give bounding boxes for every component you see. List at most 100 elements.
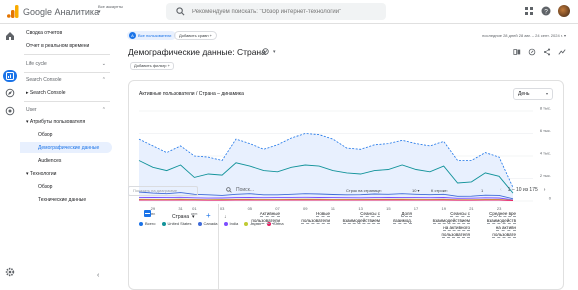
table-search[interactable]: Поиск... — [226, 187, 254, 193]
plot-rows-select[interactable]: Показать на диаграмме — [128, 186, 198, 196]
advertising-icon[interactable] — [5, 106, 15, 116]
nav-item-audiences[interactable]: Audiences — [38, 158, 61, 164]
legend-swatch — [223, 221, 228, 226]
page-range-text: 1 – 10 из 175 — [507, 187, 538, 193]
column-header-line: пользователи — [286, 217, 330, 224]
legend-swatch — [139, 221, 143, 226]
select-all-checkbox[interactable] — [144, 210, 151, 217]
settings-icon[interactable] — [5, 267, 15, 277]
nav-section-user[interactable]: User — [26, 107, 37, 113]
column-header-line: пользователя — [422, 231, 470, 238]
column-header[interactable]: Активные пользователи — [232, 210, 280, 224]
share-icon[interactable] — [543, 48, 551, 56]
rows-per-page-select[interactable]: 10 ▾ — [412, 188, 420, 193]
legend-item[interactable]: Canada — [197, 221, 218, 226]
y-tick-label: 6 тыс. — [540, 128, 551, 133]
segment-letter: A — [129, 32, 136, 39]
nav-item-user-attributes-label: Атрибуты пользователя — [29, 119, 86, 125]
brand-title[interactable]: Google Аналитика — [23, 7, 99, 17]
sort-arrow-icon[interactable]: ↓ — [224, 214, 227, 220]
divider — [24, 72, 110, 73]
column-header[interactable]: Новые пользователи — [286, 210, 330, 224]
goto-row-input[interactable]: 1 — [481, 188, 483, 193]
search-icon — [226, 187, 232, 193]
chevron-up-icon[interactable]: ⌃ — [102, 107, 106, 113]
divider — [24, 54, 110, 55]
column-header-line: взаимодействием — [422, 217, 470, 224]
dimension-selector[interactable]: Страна ▾ — [172, 214, 195, 220]
explore-icon[interactable] — [5, 88, 15, 98]
search-bar[interactable] — [166, 3, 386, 20]
x-tick-label: 31 — [178, 206, 183, 211]
period-select[interactable]: День ▾ — [513, 88, 553, 100]
chevron-down-icon[interactable]: ⌄ — [102, 61, 106, 67]
help-icon[interactable]: ? — [541, 6, 551, 16]
series-line-5 — [138, 199, 514, 201]
legend-item[interactable]: United States — [161, 221, 192, 226]
nav-item-overview[interactable]: Обзор — [38, 132, 52, 138]
add-dimension-button[interactable]: + — [206, 211, 211, 220]
nav-section-search-console[interactable]: Search Console — [26, 77, 62, 83]
home-icon[interactable] — [5, 31, 15, 41]
check-circle-icon[interactable] — [262, 48, 269, 55]
account-picker[interactable]: Все аккаунты ▾ — [98, 4, 138, 15]
compare-icon[interactable] — [513, 48, 521, 56]
add-filter-button[interactable]: Добавить фильтр + — [130, 62, 174, 70]
nav-item-tech[interactable]: ▾ Технологии — [26, 171, 56, 177]
segment-chip[interactable]: A Все пользователи — [127, 31, 177, 40]
column-header[interactable]: Сеансы с взаимодействием — [336, 210, 380, 224]
column-header-line: на активн — [472, 224, 516, 231]
column-header-line: Сеансы с — [422, 210, 470, 217]
column-header-line: пользователи — [232, 217, 280, 224]
legend-item[interactable]: Всего — [139, 221, 156, 226]
nav-item-realtime[interactable]: Отчет в реальном времени — [26, 43, 89, 49]
legend-label: United States — [167, 221, 192, 226]
nav-panel: Сводка отчетов Отчет в реальном времени … — [20, 24, 114, 290]
apps-icon[interactable] — [524, 6, 534, 16]
chart-card: Активные пользователи / Страна – динамик… — [128, 80, 564, 290]
main-content: A Все пользователи Добавить сравн + посл… — [114, 24, 578, 290]
nav-section-life-cycle[interactable]: Life cycle — [26, 61, 47, 67]
divider — [218, 204, 219, 290]
nav-item-user-attributes[interactable]: ▾ Атрибуты пользователя — [26, 119, 85, 125]
x-tick-sublabel: авг. — [150, 212, 155, 216]
y-tick-label: 8 тыс. — [540, 106, 551, 111]
column-header[interactable]: Среднее вре взаимодейств на активн пользова… — [472, 210, 516, 238]
column-header[interactable]: Доля взаимод. — [384, 210, 412, 224]
date-range-picker[interactable]: последние 28 дней 28 авг. – 24 сент. 202… — [482, 33, 566, 38]
line-chart[interactable]: 02 тыс.4 тыс.6 тыс.8 тыс.29авг.31 01сент.… — [129, 105, 563, 221]
chevron-down-icon: ▾ — [192, 214, 195, 220]
column-header-line: взаимод. — [384, 217, 412, 224]
collapse-nav-button[interactable]: ‹ — [97, 272, 99, 279]
search-input[interactable] — [192, 6, 377, 17]
column-header-text: взаимодействием — [342, 218, 380, 224]
top-bar: Google Аналитика Все аккаунты ▾ ? — [0, 0, 578, 24]
y-tick-label: 4 тыс. — [540, 151, 551, 156]
nav-item-demographic-details[interactable]: Демографические данные — [38, 145, 99, 151]
goto-row-label: К строке: — [431, 188, 448, 193]
chevron-down-icon: ▾ — [545, 91, 548, 96]
segment-chip-label: Все пользователи — [138, 33, 172, 38]
column-header-line: Сеансы с — [336, 210, 380, 217]
y-tick-label: 2 тыс. — [540, 173, 551, 178]
chevron-up-icon[interactable]: ⌃ — [102, 77, 106, 83]
customize-report-icon[interactable] — [528, 48, 536, 56]
avatar[interactable] — [558, 5, 570, 17]
nav-item-reports-snapshot[interactable]: Сводка отчетов — [26, 30, 62, 36]
column-header[interactable]: Сеансы с взаимодействием на активного польз… — [422, 210, 470, 238]
column-header-line: Доля — [384, 210, 412, 217]
column-header-text: пользовате — [492, 232, 516, 238]
column-header-line: Среднее вре — [472, 210, 516, 217]
reports-icon[interactable] — [5, 71, 15, 81]
nav-item-tech-overview[interactable]: Обзор — [38, 184, 52, 190]
analytics-logo-icon[interactable] — [7, 5, 19, 18]
nav-item-search-console[interactable]: ▸ Search Console — [26, 90, 65, 96]
nav-item-tech-details[interactable]: Технические данные — [38, 197, 86, 203]
next-page-button[interactable]: › — [544, 187, 546, 193]
chevron-down-icon[interactable]: ▾ — [273, 49, 276, 55]
nav-item-search-console-label: Search Console — [29, 90, 66, 96]
add-comparison-button[interactable]: Добавить сравн + — [174, 31, 218, 40]
divider — [24, 101, 110, 102]
prev-page-button[interactable]: ‹ — [500, 187, 502, 193]
insights-icon[interactable] — [558, 48, 566, 56]
